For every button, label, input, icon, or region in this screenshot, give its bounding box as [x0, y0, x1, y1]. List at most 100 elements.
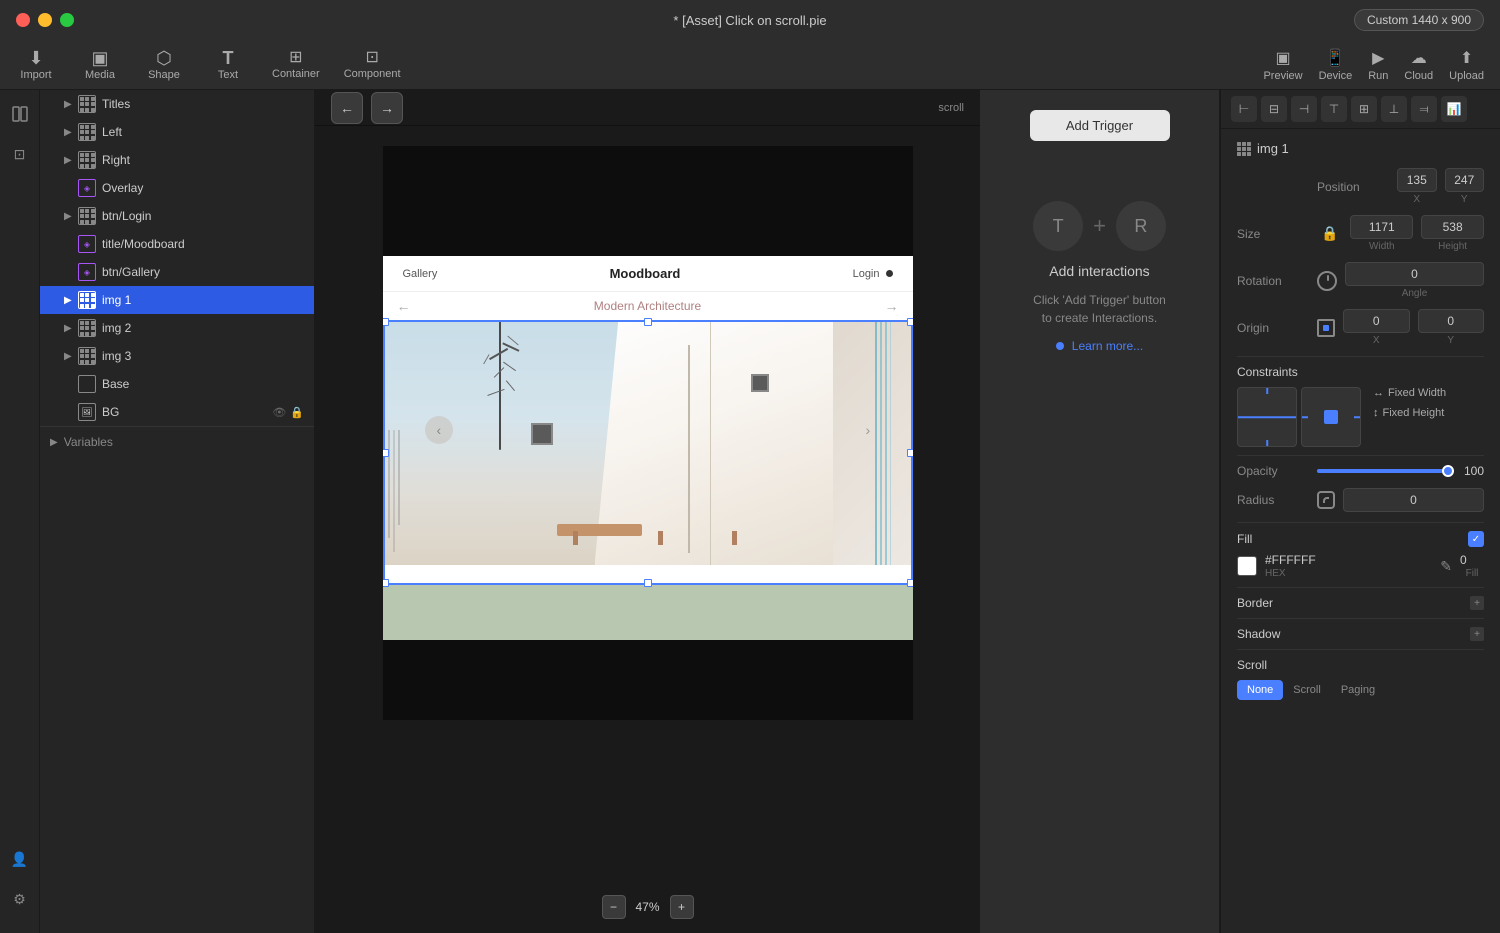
- bench-leg-left: [573, 531, 578, 545]
- layer-title-moodboard[interactable]: ▶ ◈ title/Moodboard: [40, 230, 314, 258]
- shadow-add-button[interactable]: +: [1470, 627, 1484, 641]
- align-icon-6[interactable]: ⊥: [1381, 96, 1407, 122]
- layer-left[interactable]: ▶ Left: [40, 118, 314, 146]
- props-panel-content: img 1 Width Position X Y: [1221, 129, 1500, 712]
- layer-img1[interactable]: ▶ img 1: [40, 286, 314, 314]
- maximize-button[interactable]: [60, 13, 74, 27]
- fill-swatch[interactable]: [1237, 556, 1257, 576]
- layer-img2-name: img 2: [102, 321, 304, 335]
- align-icon-3[interactable]: ⊣: [1291, 96, 1317, 122]
- border-label: Border: [1237, 596, 1273, 610]
- layer-bg[interactable]: ▶ 🖼 BG 👁 🔒: [40, 398, 314, 426]
- distribute-icon[interactable]: 📊: [1441, 96, 1467, 122]
- scroll-label: scroll: [938, 102, 964, 114]
- zoom-out-button[interactable]: −: [601, 895, 625, 919]
- login-link[interactable]: Login: [853, 268, 880, 280]
- zoom-value: 47%: [635, 900, 659, 914]
- interaction-placeholder: T + R Add interactions Click 'Add Trigge…: [1033, 201, 1166, 353]
- arrow-right[interactable]: →: [884, 298, 898, 314]
- user-button[interactable]: 👤: [6, 845, 34, 873]
- scroll-tab-paging[interactable]: Paging: [1331, 680, 1385, 700]
- layer-overlay[interactable]: ▶ ◈ Overlay: [40, 174, 314, 202]
- opacity-slider[interactable]: [1317, 469, 1448, 473]
- layer-img2[interactable]: ▶ img 2: [40, 314, 314, 342]
- border-add-button[interactable]: +: [1470, 596, 1484, 610]
- device-button[interactable]: 📱 Device: [1319, 48, 1353, 82]
- scroll-tab-scroll[interactable]: Scroll: [1283, 680, 1331, 700]
- cloud-button[interactable]: ☁ Cloud: [1404, 48, 1433, 82]
- image-arrow-right[interactable]: ›: [865, 422, 870, 438]
- fill-edit-icon[interactable]: ✎: [1440, 558, 1452, 575]
- device-badge[interactable]: Custom 1440 x 900: [1354, 9, 1484, 31]
- frame-footer: [383, 585, 913, 640]
- frame-icon: [78, 291, 96, 309]
- height-input[interactable]: [1421, 215, 1484, 239]
- pos-x-input[interactable]: [1397, 168, 1437, 192]
- run-button[interactable]: ▶ Run: [1368, 48, 1388, 82]
- zoom-in-button[interactable]: +: [670, 895, 694, 919]
- align-icon-2[interactable]: ⊟: [1261, 96, 1287, 122]
- scroll-tab-none[interactable]: None: [1237, 680, 1283, 700]
- lock-icon[interactable]: 🔒: [1321, 225, 1338, 242]
- align-icon-5[interactable]: ⊞: [1351, 96, 1377, 122]
- learn-more-link[interactable]: Learn more...: [1072, 339, 1143, 353]
- origin-row: Origin X Y: [1237, 309, 1484, 346]
- layer-btn-gallery[interactable]: ▶ ◈ btn/Gallery: [40, 258, 314, 286]
- frame-dark-bottom: [383, 640, 913, 720]
- align-icon-4[interactable]: ⊤: [1321, 96, 1347, 122]
- main-area: ⊡ 👤 ⚙ ▶ Titles ▶ Left ▶: [0, 90, 1500, 933]
- container-button[interactable]: ⊞ Container: [272, 50, 320, 80]
- back-button[interactable]: ←: [331, 92, 363, 124]
- layer-btn-login-name: btn/Login: [102, 209, 304, 223]
- component-button[interactable]: ⊡ Component: [344, 50, 401, 80]
- radius-input[interactable]: [1343, 488, 1484, 512]
- canvas-viewport[interactable]: Gallery Moodboard Login ← Modern Ar: [315, 126, 980, 933]
- layer-base[interactable]: ▶ Base: [40, 370, 314, 398]
- width-input[interactable]: [1350, 215, 1413, 239]
- rotation-input[interactable]: [1345, 262, 1484, 286]
- media-button[interactable]: ▣ Media: [80, 49, 120, 81]
- text-label: Text: [218, 69, 238, 81]
- variables-section[interactable]: ▶ Variables: [40, 426, 314, 457]
- fill-checkbox[interactable]: ✓: [1468, 531, 1484, 547]
- fill-header: Fill ✓: [1237, 531, 1484, 547]
- component-strip-icon[interactable]: ⊡: [6, 140, 34, 168]
- expand-arrow: ▶: [64, 295, 78, 306]
- gallery-link[interactable]: Gallery: [403, 268, 438, 280]
- shape-button[interactable]: ⬡ Shape: [144, 49, 184, 81]
- text-button[interactable]: T Text: [208, 49, 248, 81]
- add-trigger-button[interactable]: Add Trigger: [1030, 110, 1170, 141]
- layer-titles[interactable]: ▶ Titles: [40, 90, 314, 118]
- arrow-left[interactable]: ←: [397, 298, 411, 314]
- layer-right[interactable]: ▶ Right: [40, 146, 314, 174]
- upload-icon: ⬆: [1460, 48, 1473, 68]
- railing2: [710, 320, 711, 565]
- device-selector[interactable]: Custom 1440 x 900: [1354, 9, 1484, 31]
- align-icon-1[interactable]: ⊢: [1231, 96, 1257, 122]
- forward-button[interactable]: →: [371, 92, 403, 124]
- constraint-box-v[interactable]: [1301, 387, 1361, 447]
- frame-icon: [78, 347, 96, 365]
- origin-x-input[interactable]: [1343, 309, 1410, 333]
- properties-panel: ⊢ ⊟ ⊣ ⊤ ⊞ ⊥ ⫤ 📊: [1220, 90, 1500, 933]
- preview-button[interactable]: ▣ Preview: [1263, 48, 1302, 82]
- close-button[interactable]: [16, 13, 30, 27]
- minimize-button[interactable]: [38, 13, 52, 27]
- component-icon: ◈: [78, 263, 96, 281]
- panel-toggle-button[interactable]: [6, 100, 34, 128]
- frame-white-content: Gallery Moodboard Login ← Modern Ar: [383, 256, 913, 585]
- layer-img3[interactable]: ▶ img 3: [40, 342, 314, 370]
- check-icon: ✓: [1472, 534, 1480, 545]
- origin-y-input[interactable]: [1418, 309, 1485, 333]
- pos-y-input[interactable]: [1445, 168, 1485, 192]
- plus-icon: +: [1093, 213, 1106, 239]
- settings-button[interactable]: ⚙: [6, 885, 34, 913]
- align-icon-7[interactable]: ⫤: [1411, 96, 1437, 122]
- device-icon: 📱: [1325, 48, 1345, 68]
- constraint-box-h[interactable]: [1237, 387, 1297, 447]
- upload-button[interactable]: ⬆ Upload: [1449, 48, 1484, 82]
- layer-btn-login[interactable]: ▶ btn/Login: [40, 202, 314, 230]
- import-button[interactable]: ⬇ Import: [16, 49, 56, 81]
- layer-left-name: Left: [102, 125, 304, 139]
- pos-label: Position: [1317, 180, 1397, 194]
